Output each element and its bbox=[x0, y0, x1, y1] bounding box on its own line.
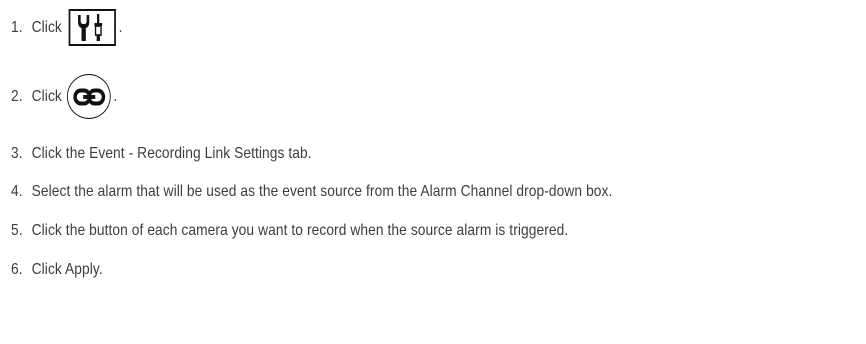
step-text: Click bbox=[31, 18, 62, 36]
step-suffix: . bbox=[113, 87, 118, 105]
step-3: 3. Click the Event - Recording Link Sett… bbox=[11, 144, 312, 164]
step-number: 2. bbox=[11, 87, 23, 105]
step-1: 1. Click . bbox=[11, 9, 123, 46]
chain-link-icon bbox=[67, 74, 111, 119]
step-text: Click the button of each camera you want… bbox=[31, 222, 569, 239]
step-2: 2. Click . bbox=[11, 74, 117, 119]
step-text: Click bbox=[31, 87, 62, 105]
step-6: 6. Click Apply. bbox=[11, 260, 103, 280]
step-4: 4. Select the alarm that will be used as… bbox=[11, 182, 612, 202]
step-5: 5. Click the button of each camera you w… bbox=[11, 221, 568, 241]
step-text: Click the Event - Recording Link Setting… bbox=[31, 145, 312, 162]
step-number: 5. bbox=[11, 222, 23, 239]
step-number: 3. bbox=[11, 145, 23, 162]
tools-icon bbox=[68, 9, 117, 46]
step-text: Select the alarm that will be used as th… bbox=[31, 183, 613, 200]
step-suffix: . bbox=[118, 18, 123, 36]
step-number: 1. bbox=[11, 18, 23, 36]
step-number: 4. bbox=[11, 183, 23, 200]
step-number: 6. bbox=[11, 261, 23, 278]
step-text: Click Apply. bbox=[31, 261, 103, 278]
